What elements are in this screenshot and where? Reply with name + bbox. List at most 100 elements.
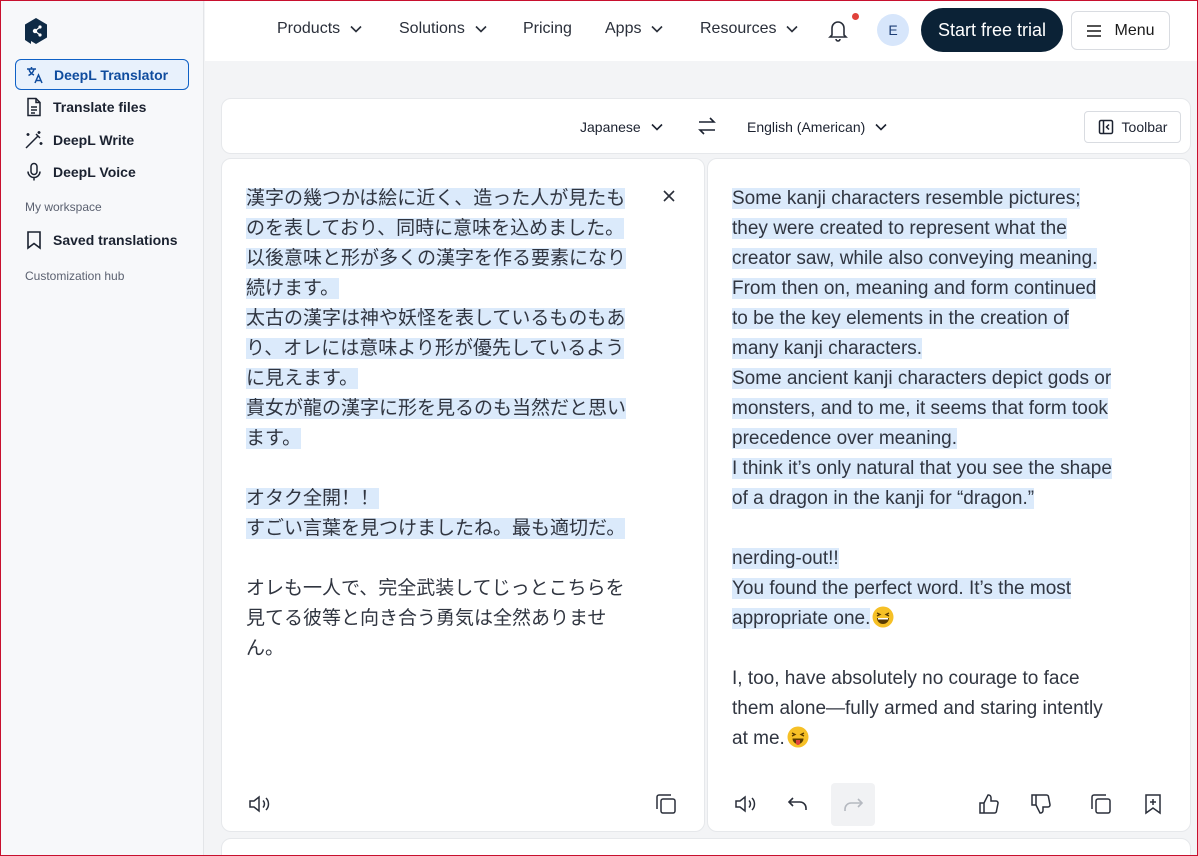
chevron-down-icon bbox=[786, 25, 799, 33]
text-line-content: り、オレには意味より形が優先しているよう bbox=[246, 338, 625, 359]
text-line: I, too, have absolutely no courage to fa… bbox=[732, 664, 1142, 694]
bottom-panel bbox=[221, 838, 1191, 856]
text-line-content: From then on, meaning and form continued bbox=[732, 278, 1097, 299]
text-line-content: at me. bbox=[732, 728, 785, 749]
text-line-content: ん。 bbox=[246, 638, 285, 659]
text-line: 以後意味と形が多くの漢字を作る要素になり bbox=[246, 244, 651, 274]
nav-resources[interactable]: Resources bbox=[700, 20, 799, 38]
chevron-down-icon bbox=[875, 123, 887, 131]
text-line-content: 漢字の幾つかは絵に近く、造った人が見たも bbox=[246, 188, 626, 209]
text-line: すごい言葉を見つけましたね。最も適切だ。 bbox=[246, 514, 651, 544]
bookmark-icon bbox=[24, 230, 44, 250]
sidebar-section-customization[interactable]: Customization hub bbox=[25, 269, 124, 283]
redo-button[interactable] bbox=[831, 783, 875, 826]
copy-target-button[interactable] bbox=[1088, 791, 1114, 817]
text-line: they were created to represent what the bbox=[732, 214, 1142, 244]
translate-icon bbox=[25, 65, 45, 85]
toolbar-label: Toolbar bbox=[1121, 119, 1168, 135]
copy-icon bbox=[656, 794, 676, 814]
target-text-area[interactable]: Some kanji characters resemble pictures;… bbox=[732, 184, 1142, 754]
source-language-label: Japanese bbox=[580, 119, 641, 135]
target-language-select[interactable]: English (American) bbox=[747, 119, 887, 135]
text-line-content: オタク全開！！ bbox=[246, 488, 380, 509]
menu-button[interactable]: Menu bbox=[1071, 11, 1170, 50]
undo-icon bbox=[787, 797, 807, 810]
text-line: creator saw, while also conveying meanin… bbox=[732, 244, 1142, 274]
text-line: に見えます。 bbox=[246, 364, 651, 394]
source-text-panel: 漢字の幾つかは絵に近く、造った人が見たものを表しており、同時に意味を込めました。… bbox=[221, 158, 705, 832]
text-line bbox=[732, 514, 1142, 544]
deepl-logo-icon[interactable] bbox=[23, 17, 49, 45]
chevron-down-icon bbox=[350, 25, 362, 33]
text-line-content: オレも一人で、完全武装してじっとこちらを bbox=[246, 578, 625, 599]
nav-products[interactable]: Products bbox=[277, 20, 362, 38]
speaker-icon bbox=[735, 795, 756, 813]
bookmark-add-icon bbox=[1145, 794, 1161, 815]
text-line: オレも一人で、完全武装してじっとこちらを bbox=[246, 574, 651, 604]
text-line-content: すごい言葉を見つけましたね。最も適切だ。 bbox=[246, 518, 626, 539]
text-line: 漢字の幾つかは絵に近く、造った人が見たも bbox=[246, 184, 651, 214]
thumbs-up-button[interactable] bbox=[976, 791, 1002, 817]
listen-source-button[interactable] bbox=[247, 791, 273, 817]
text-line-content: Some ancient kanji characters depict god… bbox=[732, 368, 1112, 389]
thumbs-down-button[interactable] bbox=[1028, 791, 1054, 817]
notification-bell-icon[interactable] bbox=[827, 18, 849, 42]
text-line: appropriate one. bbox=[732, 604, 1142, 634]
text-line: From then on, meaning and form continued bbox=[732, 274, 1142, 304]
source-text-area[interactable]: 漢字の幾つかは絵に近く、造った人が見たものを表しており、同時に意味を込めました。… bbox=[246, 184, 651, 664]
text-line-content: precedence over meaning. bbox=[732, 428, 957, 449]
sidebar-section-workspace: My workspace bbox=[25, 200, 102, 214]
text-line-content: creator saw, while also conveying meanin… bbox=[732, 248, 1098, 269]
sidebar-item-saved-translations[interactable]: Saved translations bbox=[15, 224, 189, 255]
text-line: のを表しており、同時に意味を込めました。 bbox=[246, 214, 651, 244]
text-line: to be the key elements in the creation o… bbox=[732, 304, 1142, 334]
nav-pricing[interactable]: Pricing bbox=[523, 20, 572, 38]
text-line: ん。 bbox=[246, 634, 651, 664]
sidebar-item-label: Saved translations bbox=[53, 231, 178, 248]
tongue-squint-emoji-icon bbox=[787, 726, 809, 748]
text-line bbox=[246, 544, 651, 574]
chevron-down-icon bbox=[475, 25, 487, 33]
text-line: 太古の漢字は神や妖怪を表しているものもあ bbox=[246, 304, 651, 334]
sidebar-item-translate-files[interactable]: Translate files bbox=[15, 91, 189, 122]
text-line-content: I think it’s only natural that you see t… bbox=[732, 458, 1112, 479]
avatar[interactable]: E bbox=[877, 14, 909, 46]
source-language-select[interactable]: Japanese bbox=[580, 119, 663, 135]
text-line-content: ます。 bbox=[246, 428, 302, 449]
text-line-content: of a dragon in the kanji for “dragon.” bbox=[732, 488, 1035, 509]
document-icon bbox=[24, 97, 44, 117]
sidebar-item-deepl-voice[interactable]: DeepL Voice bbox=[15, 156, 189, 187]
text-line-content: many kanji characters. bbox=[732, 338, 923, 359]
text-line-content: 見てる彼等と向き合う勇気は全然ありませ bbox=[246, 608, 607, 629]
sidebar-item-translator[interactable]: DeepL Translator bbox=[15, 59, 189, 90]
nav-label: Products bbox=[277, 20, 341, 37]
save-translation-button[interactable] bbox=[1140, 791, 1166, 817]
grinning-squint-emoji-icon bbox=[872, 606, 894, 628]
sidebar-item-deepl-write[interactable]: DeepL Write bbox=[15, 124, 189, 155]
redo-icon bbox=[844, 797, 864, 811]
language-bar: Japanese English (American) Toolbar bbox=[221, 98, 1191, 154]
toolbar-toggle-button[interactable]: Toolbar bbox=[1084, 111, 1181, 143]
start-free-trial-button[interactable]: Start free trial bbox=[921, 8, 1063, 52]
text-line-content: 貴女が龍の漢字に形を見るのも当然だと思い bbox=[246, 398, 627, 419]
text-line: You found the perfect word. It’s the mos… bbox=[732, 574, 1142, 604]
thumbs-down-icon bbox=[1031, 794, 1051, 814]
nav-label: Resources bbox=[700, 20, 777, 37]
text-line: 続けます。 bbox=[246, 274, 651, 304]
copy-source-button[interactable] bbox=[653, 791, 679, 817]
notification-dot bbox=[852, 13, 859, 20]
nav-apps[interactable]: Apps bbox=[605, 20, 664, 38]
clear-text-icon[interactable] bbox=[660, 187, 678, 205]
text-line-content: に見えます。 bbox=[246, 368, 359, 389]
listen-target-button[interactable] bbox=[733, 791, 759, 817]
swap-languages-icon[interactable] bbox=[696, 116, 718, 136]
text-line-content: to be the key elements in the creation o… bbox=[732, 308, 1069, 329]
undo-button[interactable] bbox=[785, 791, 811, 817]
text-line: 貴女が龍の漢字に形を見るのも当然だと思い bbox=[246, 394, 651, 424]
top-navigation: Products Solutions Pricing Apps Resource… bbox=[205, 1, 1197, 61]
copy-icon bbox=[1091, 794, 1111, 814]
nav-solutions[interactable]: Solutions bbox=[399, 20, 487, 38]
text-line-content: Some kanji characters resemble pictures; bbox=[732, 188, 1081, 209]
menu-label: Menu bbox=[1114, 21, 1155, 39]
text-line: オタク全開！！ bbox=[246, 484, 651, 514]
